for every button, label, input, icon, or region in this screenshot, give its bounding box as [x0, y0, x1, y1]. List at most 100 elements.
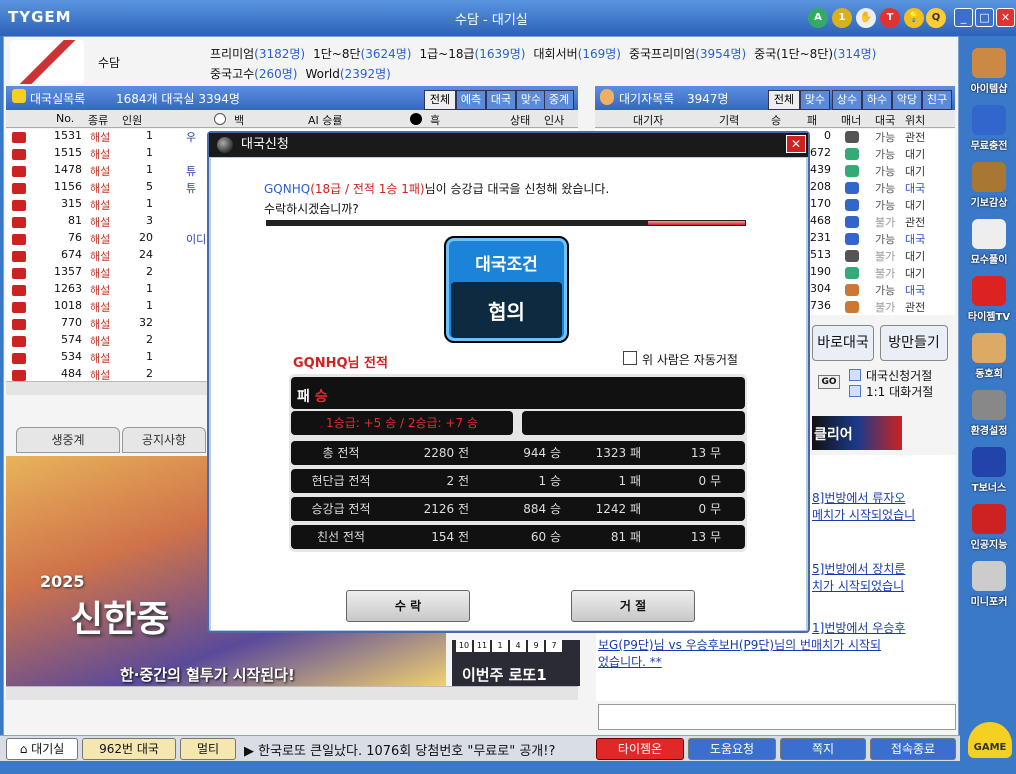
rank-icon[interactable]: A: [808, 8, 828, 28]
go-button[interactable]: GO: [818, 375, 840, 389]
sidebar-label: 동호회: [975, 369, 1003, 380]
tab-room-2[interactable]: 대국: [486, 90, 516, 110]
help-button[interactable]: 도움요청: [688, 738, 776, 760]
quiz-icon[interactable]: Q: [926, 8, 946, 28]
tab-wait-4[interactable]: 악당: [892, 90, 922, 110]
rank-badge-icon[interactable]: 1: [832, 8, 852, 28]
auto-decline-checkbox[interactable]: [623, 351, 637, 365]
game-button[interactable]: GAME: [968, 722, 1012, 758]
room-type: 해설: [90, 284, 111, 297]
sidebar-item-6[interactable]: 환경설정: [965, 390, 1013, 437]
record-row: 친선 전적 154 전 60 승 81 패 13 무: [291, 525, 745, 549]
server-link[interactable]: 프리미엄(3182명): [210, 44, 305, 64]
quick-match-button[interactable]: 바로대국: [812, 325, 874, 361]
server-count: (260명): [254, 67, 298, 81]
col-rank[interactable]: 기력: [719, 112, 739, 128]
sidebar-item-9[interactable]: 미니포커: [965, 561, 1013, 608]
col-match[interactable]: 대국: [875, 112, 895, 128]
record-draw: 13 무: [690, 446, 721, 460]
room-people: 1: [146, 299, 153, 312]
banner-scrollbar[interactable]: [6, 686, 578, 700]
sidebar-item-3[interactable]: 묘수풀이: [965, 219, 1013, 266]
wait-match: 불가: [875, 216, 896, 229]
tab-room-4[interactable]: 중계: [544, 90, 574, 110]
task-multi[interactable]: 멀티: [180, 738, 236, 760]
decline-button[interactable]: 거 절: [571, 590, 695, 622]
promo-banner[interactable]: 클리어: [812, 416, 902, 450]
accept-button[interactable]: 수 락: [346, 590, 470, 622]
requester-info: (18급 / 전적 1승 1패): [310, 182, 425, 196]
ribbon-win: 승: [314, 389, 328, 405]
lotto-number: 10: [456, 640, 472, 652]
news-item[interactable]: 치가 시작되었습니: [812, 578, 904, 594]
task-lobby[interactable]: ⌂ 대기실: [6, 738, 78, 760]
col-type[interactable]: 종류: [88, 112, 108, 128]
tab-wait-5[interactable]: 친구: [922, 90, 952, 110]
news-ticker[interactable]: ▶ 한국로또 큰일났다. 1076회 당첨번호 "무료로" 공개!?: [244, 740, 555, 759]
news-item[interactable]: 었습니다. **: [598, 654, 662, 670]
banner-title: 신한중: [70, 599, 170, 640]
sidebar-item-2[interactable]: 기보감상: [965, 162, 1013, 209]
close-button[interactable]: ✕: [996, 8, 1015, 27]
col-no[interactable]: No.: [56, 112, 74, 125]
chat-input[interactable]: [598, 704, 956, 730]
col-status[interactable]: 상태: [510, 112, 530, 128]
tab-wait-2[interactable]: 상수: [832, 90, 862, 110]
sidebar-item-4[interactable]: 타이젬TV: [965, 276, 1013, 323]
memo-button[interactable]: 쪽지: [780, 738, 866, 760]
col-extra[interactable]: 인사: [544, 112, 564, 128]
tab-wait-3[interactable]: 하수: [862, 90, 892, 110]
create-room-button[interactable]: 방만들기: [880, 325, 948, 361]
col-black[interactable]: 흑: [430, 112, 440, 128]
tygem-icon[interactable]: T: [880, 8, 900, 28]
room-people: 2: [146, 333, 153, 346]
col-location[interactable]: 위치: [905, 112, 925, 128]
tab-room-1[interactable]: 예측: [456, 90, 486, 110]
server-link[interactable]: World(2392명): [305, 64, 390, 84]
minimize-button[interactable]: _: [954, 8, 973, 27]
disconnect-button[interactable]: 접속종료: [870, 738, 956, 760]
news-item[interactable]: 1]번방에서 우승후: [812, 620, 905, 636]
server-link[interactable]: 1급~18급(1639명): [419, 44, 525, 64]
sidebar-item-0[interactable]: 아이템샵: [965, 48, 1013, 95]
server-link[interactable]: 중국프리미엄(3954명): [629, 44, 746, 64]
col-people[interactable]: 인원: [122, 112, 142, 128]
tab-room-0[interactable]: 전체: [424, 90, 456, 110]
sidebar-item-8[interactable]: 인공지능: [965, 504, 1013, 551]
tab-room-3[interactable]: 맞수: [516, 90, 546, 110]
tab-notice[interactable]: 공지사항: [122, 427, 206, 453]
tab-live[interactable]: 생중계: [16, 427, 120, 453]
refuse-chat-checkbox[interactable]: [849, 385, 861, 397]
tab-wait-1[interactable]: 맞수: [800, 90, 830, 110]
condition-value: 협의: [488, 300, 525, 324]
server-link[interactable]: 1단~8단(3624명): [313, 44, 411, 64]
server-link[interactable]: 중국(1단~8단)(314명): [754, 44, 876, 64]
col-white[interactable]: 백: [234, 112, 244, 128]
sidebar-item-1[interactable]: 무료충전: [965, 105, 1013, 152]
dialog-close-button[interactable]: ✕: [786, 135, 806, 153]
news-item[interactable]: 보G(P9단)님 vs 우승후보H(P9단)님의 번매치가 시작되: [598, 637, 881, 653]
glove-icon[interactable]: ✋: [856, 8, 876, 28]
server-link[interactable]: 중국고수(260명): [210, 64, 297, 84]
refuse-request-checkbox[interactable]: [849, 369, 861, 381]
col-waiter[interactable]: 대기자: [633, 112, 663, 128]
news-item[interactable]: 메치가 시작되었습니: [812, 507, 915, 523]
col-loss[interactable]: 패: [807, 112, 817, 128]
wait-location: 대기: [905, 267, 926, 280]
col-ai[interactable]: AI 승률: [308, 112, 343, 128]
bulb-icon[interactable]: 💡: [904, 8, 924, 28]
sidebar-label: 미니포커: [970, 597, 1008, 608]
col-win[interactable]: 승: [771, 112, 781, 128]
maximize-button[interactable]: □: [975, 8, 994, 27]
sidebar-item-5[interactable]: 동호회: [965, 333, 1013, 380]
server-link[interactable]: 대회서버(169명): [533, 44, 620, 64]
task-room[interactable]: 962번 대국: [82, 738, 176, 760]
col-manner[interactable]: 매너: [841, 112, 861, 128]
news-item[interactable]: 5]번방에서 장치룬: [812, 561, 905, 577]
manner-icon: [845, 148, 859, 160]
news-item[interactable]: 8]번방에서 류자오: [812, 490, 905, 506]
sidebar-item-7[interactable]: T보너스: [965, 447, 1013, 494]
tab-wait-0[interactable]: 전체: [768, 90, 800, 110]
tygem-on-button[interactable]: 타이젬온: [596, 738, 684, 760]
record-draw: 0 무: [698, 502, 722, 516]
